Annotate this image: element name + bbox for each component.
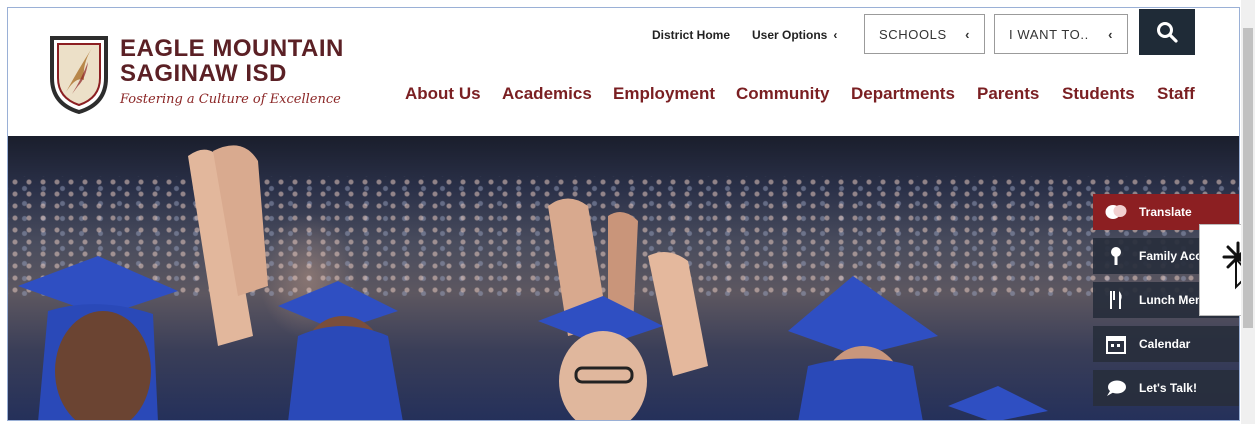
- logo-line-2: SAGINAW ISD: [120, 60, 287, 87]
- user-options-label: User Options: [752, 28, 828, 42]
- logo-title: EAGLE MOUNTAIN SAGINAW ISD: [120, 36, 344, 86]
- browser-viewport: EAGLE MOUNTAIN SAGINAW ISD Fostering a C…: [7, 7, 1240, 421]
- logo-line-1: EAGLE MOUNTAIN: [120, 35, 344, 62]
- district-home-link[interactable]: District Home: [652, 28, 730, 42]
- nav-academics[interactable]: Academics: [502, 84, 592, 104]
- graduates-illustration: [18, 145, 1048, 420]
- schools-label: SCHOOLS: [879, 26, 947, 42]
- district-home-label: District Home: [652, 28, 731, 42]
- hero-image-graduates: Translate Family Acc Lunch Men Calendar …: [8, 136, 1239, 420]
- lunch-menu-label: Lunch Men: [1139, 293, 1203, 307]
- calendar-icon: [1105, 333, 1127, 355]
- i-want-to-dropdown[interactable]: I WANT TO.. ‹: [994, 14, 1128, 54]
- search-button[interactable]: [1139, 9, 1195, 55]
- nav-staff[interactable]: Staff: [1157, 84, 1195, 104]
- family-access-label: Family Acc: [1139, 249, 1202, 263]
- translate-icon: [1105, 201, 1127, 223]
- lets-talk-label: Let's Talk!: [1139, 381, 1197, 395]
- nav-employment[interactable]: Employment: [613, 84, 715, 104]
- nav-community[interactable]: Community: [736, 84, 830, 104]
- chevron-left-icon: ‹: [833, 28, 838, 42]
- site-header: EAGLE MOUNTAIN SAGINAW ISD Fostering a C…: [8, 8, 1239, 136]
- schools-dropdown[interactable]: SCHOOLS ‹: [864, 14, 985, 54]
- user-options-button[interactable]: User Options ‹: [752, 28, 837, 42]
- utensils-icon: [1105, 289, 1127, 311]
- shield-icon: [50, 36, 108, 114]
- calendar-button[interactable]: Calendar: [1093, 326, 1239, 362]
- chat-icon: [1105, 377, 1127, 399]
- nav-students[interactable]: Students: [1062, 84, 1135, 104]
- logo-tagline: Fostering a Culture of Excellence: [120, 92, 341, 107]
- nav-parents[interactable]: Parents: [977, 84, 1039, 104]
- chevron-left-icon: ‹: [1108, 26, 1113, 42]
- district-logo[interactable]: EAGLE MOUNTAIN SAGINAW ISD Fostering a C…: [48, 34, 358, 120]
- nav-departments[interactable]: Departments: [851, 84, 955, 104]
- scrollbar-thumb[interactable]: [1243, 28, 1253, 328]
- translate-label: Translate: [1139, 205, 1192, 219]
- calendar-label: Calendar: [1139, 337, 1191, 351]
- i-want-to-label: I WANT TO..: [1009, 26, 1089, 42]
- nav-about-us[interactable]: About Us: [405, 84, 481, 104]
- lets-talk-button[interactable]: Let's Talk!: [1093, 370, 1239, 406]
- search-icon: [1157, 22, 1178, 43]
- chevron-left-icon: ‹: [965, 26, 970, 42]
- pin-icon: [1105, 245, 1127, 267]
